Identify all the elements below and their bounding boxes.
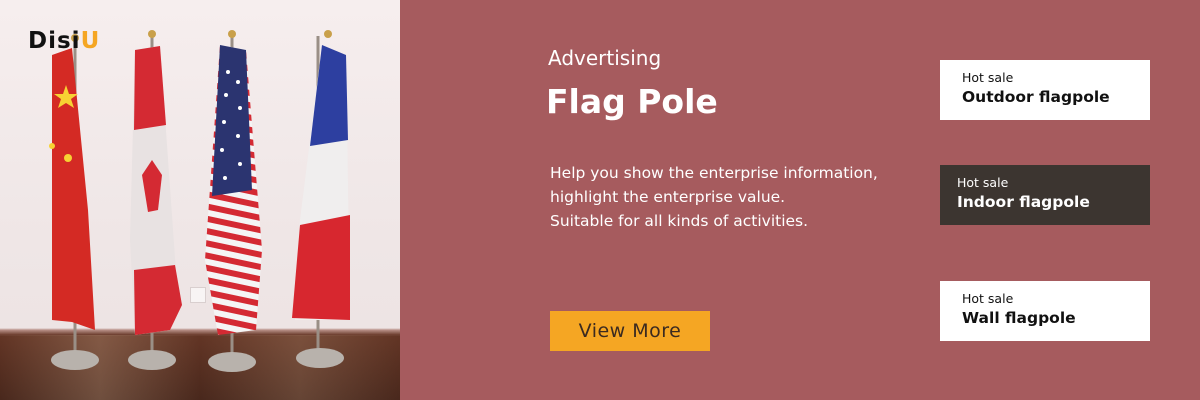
brand-logo: DisiU	[28, 28, 100, 54]
hot-sale-label: Hot sale	[957, 175, 1009, 190]
france-flag-icon	[292, 30, 350, 368]
page-title: Flag Pole	[546, 82, 718, 121]
logo-text: Disi	[28, 28, 81, 54]
flag-pole-banner: DisiU Advertising Flag Pole Help you sho…	[0, 0, 1200, 400]
card-title: Indoor flagpole	[957, 193, 1090, 211]
indoor-flagpole-card[interactable]: Hot sale Indoor flagpole	[940, 165, 1150, 225]
logo-accent: U	[80, 28, 101, 54]
china-flag-icon	[49, 34, 99, 370]
card-title: Outdoor flagpole	[962, 88, 1110, 106]
outdoor-flagpole-card[interactable]: Hot sale Outdoor flagpole	[940, 60, 1150, 120]
description-line-2: Suitable for all kinds of activities.	[550, 212, 809, 230]
hot-sale-label: Hot sale	[962, 291, 1014, 306]
content-panel: Advertising Flag Pole Help you show the …	[400, 0, 1200, 400]
flags-photo: DisiU	[0, 0, 400, 400]
hot-sale-label: Hot sale	[962, 70, 1014, 85]
view-more-button[interactable]: View More	[550, 311, 710, 351]
description: Help you show the enterprise information…	[550, 161, 890, 233]
canada-flag-icon	[128, 30, 182, 370]
usa-flag-icon	[205, 30, 262, 372]
flags-illustration	[49, 30, 350, 372]
wall-flagpole-card[interactable]: Hot sale Wall flagpole	[940, 281, 1150, 341]
card-title: Wall flagpole	[962, 309, 1076, 327]
eyebrow-label: Advertising	[548, 46, 662, 70]
description-line-1: Help you show the enterprise information…	[550, 164, 878, 206]
